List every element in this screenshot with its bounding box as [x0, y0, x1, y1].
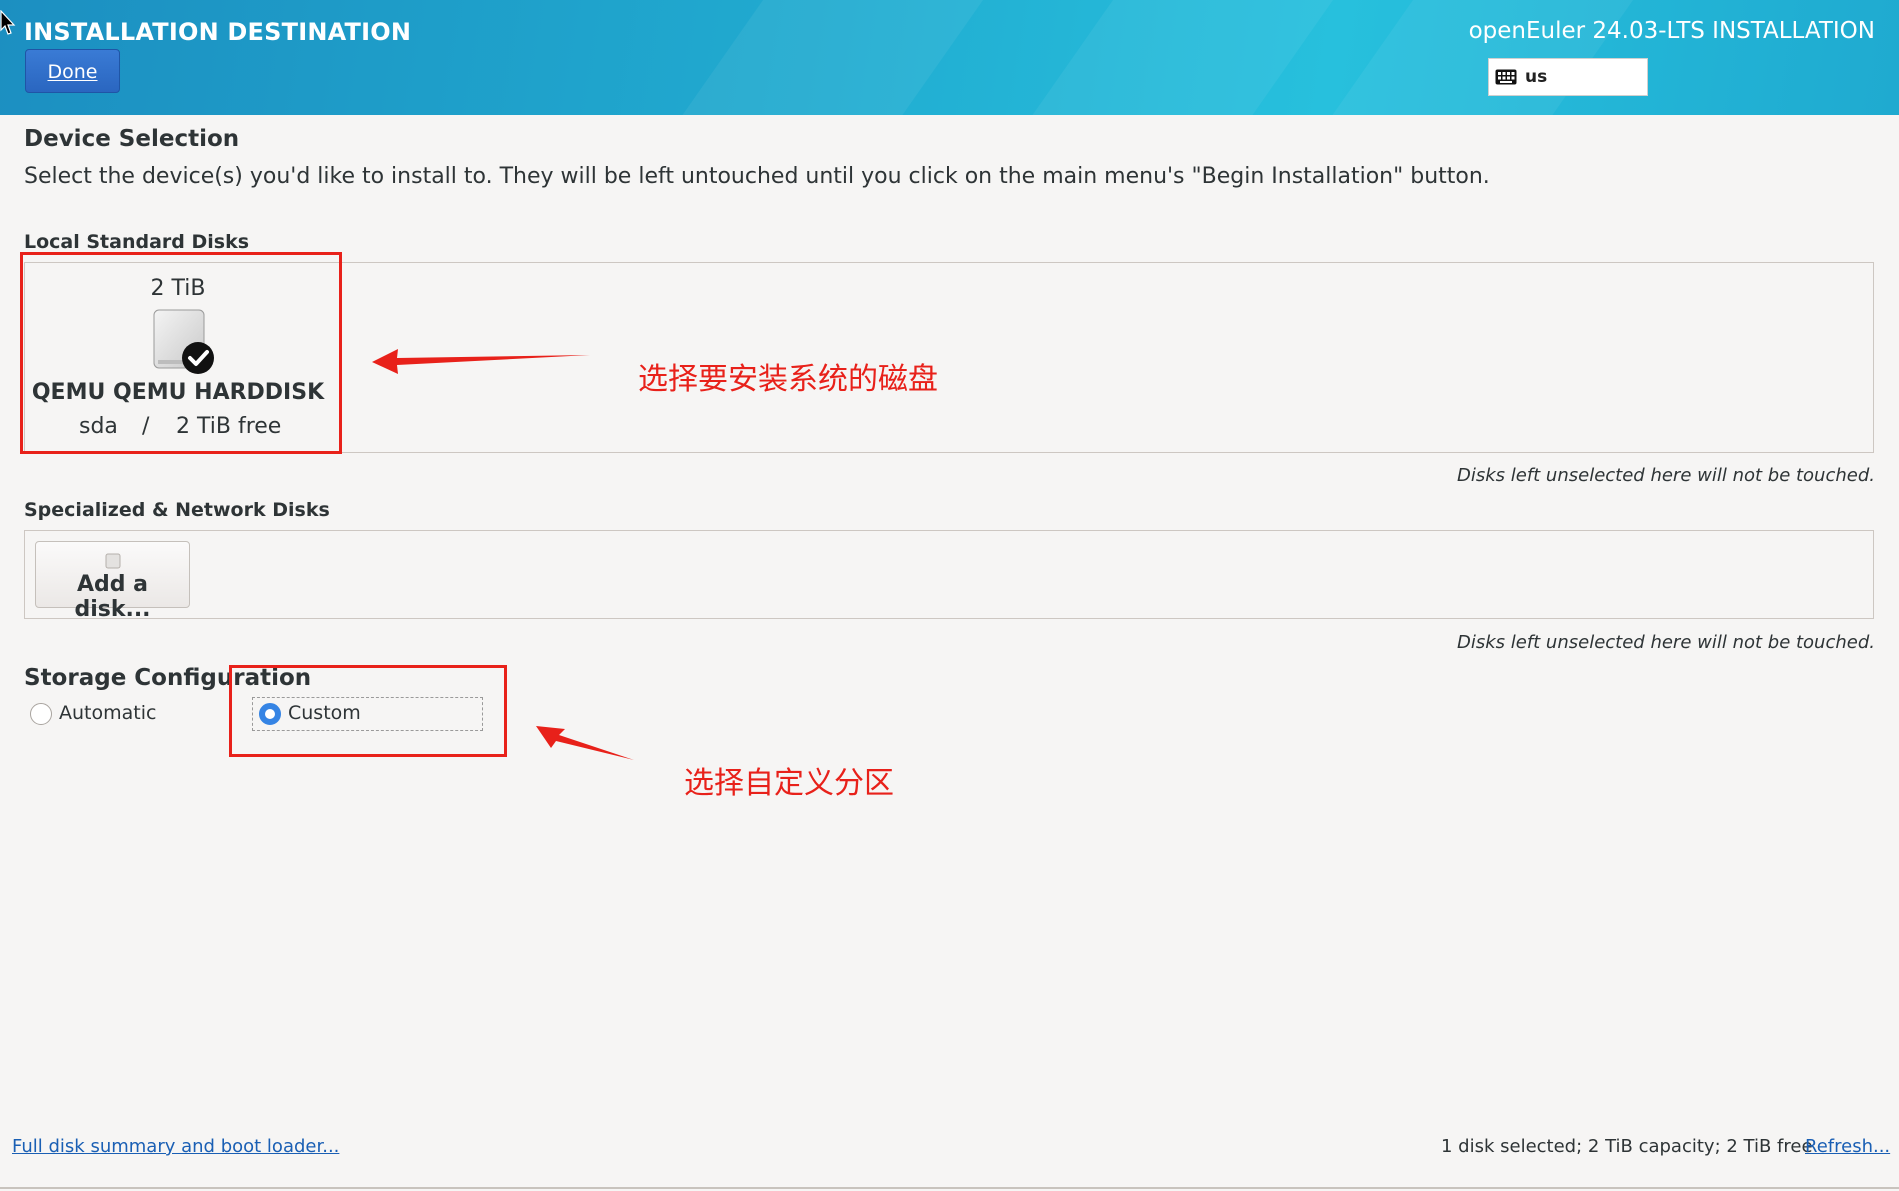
add-disk-label: Add a disk... [74, 572, 151, 622]
disk-highlight-box [20, 252, 342, 454]
device-selection-description: Select the device(s) you'd like to insta… [24, 164, 1490, 189]
full-disk-summary-link[interactable]: Full disk summary and boot loader... [12, 1136, 339, 1157]
keyboard-icon [1495, 69, 1517, 85]
header-bar: INSTALLATION DESTINATION Done openEuler … [0, 0, 1899, 115]
page-title: INSTALLATION DESTINATION [24, 18, 412, 46]
product-title: openEuler 24.03-LTS INSTALLATION [1468, 18, 1875, 44]
bottom-divider [0, 1187, 1899, 1189]
local-disks-note: Disks left unselected here will not be t… [1456, 465, 1875, 486]
annotation-select-disk: 选择要安装系统的磁盘 [638, 362, 938, 397]
local-disks-title: Local Standard Disks [24, 231, 250, 253]
refresh-link[interactable]: Refresh... [1805, 1136, 1890, 1157]
add-disk-icon [105, 553, 121, 569]
network-disks-panel [24, 530, 1874, 619]
automatic-label[interactable]: Automatic [59, 702, 156, 724]
disk-status-summary: 1 disk selected; 2 TiB capacity; 2 TiB f… [1441, 1136, 1813, 1157]
arrow-to-custom [536, 726, 634, 760]
add-disk-button[interactable]: Add a disk... [35, 541, 190, 622]
annotation-select-custom: 选择自定义分区 [684, 766, 894, 801]
network-disks-note: Disks left unselected here will not be t… [1456, 632, 1875, 653]
done-button[interactable]: Done [25, 49, 120, 93]
mouse-cursor-icon [0, 10, 16, 35]
keyboard-layout-label: us [1525, 67, 1548, 87]
network-disks-title: Specialized & Network Disks [24, 499, 330, 521]
device-selection-title: Device Selection [24, 126, 240, 152]
custom-highlight-box [229, 665, 507, 757]
keyboard-layout-indicator[interactable]: us [1488, 58, 1648, 96]
radio-automatic[interactable] [30, 703, 52, 725]
